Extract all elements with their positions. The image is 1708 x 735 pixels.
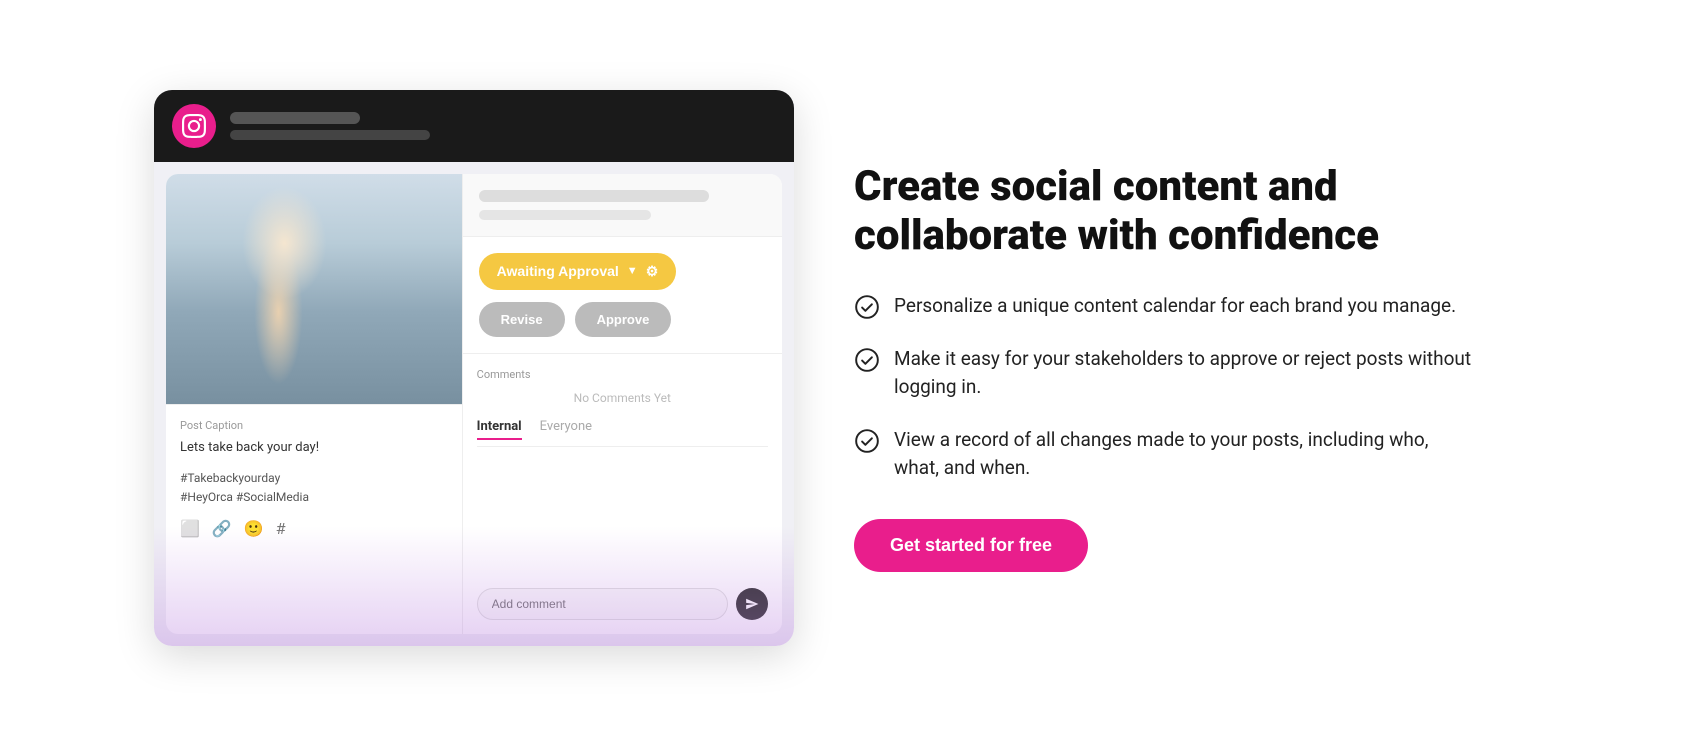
mock-action-buttons: Revise Approve: [479, 302, 766, 337]
feature-item-3: View a record of all changes made to you…: [854, 426, 1474, 483]
mock-photo-bg: [166, 174, 462, 404]
mock-caption-icons: ⬜ 🔗 🙂 #: [180, 519, 448, 538]
page-headline: Create social content and collaborate wi…: [854, 163, 1474, 260]
send-comment-button[interactable]: [736, 588, 768, 620]
mock-gray-bar2: [479, 210, 651, 220]
mock-approval-area: Awaiting Approval ▼ ⚙ Revise Approve: [463, 237, 782, 353]
mock-comments-label: Comments: [477, 368, 768, 381]
tab-everyone[interactable]: Everyone: [540, 419, 592, 440]
right-content: Create social content and collaborate wi…: [854, 163, 1474, 571]
instagram-icon: [172, 104, 216, 148]
awaiting-approval-button[interactable]: Awaiting Approval ▼ ⚙: [479, 253, 677, 290]
check-circle-icon-1: [854, 294, 880, 320]
feature-item-1: Personalize a unique content calendar fo…: [854, 292, 1474, 321]
feature-item-2: Make it easy for your stakeholders to ap…: [854, 345, 1474, 402]
revise-button[interactable]: Revise: [479, 302, 565, 337]
mock-topbar-text: [230, 112, 430, 140]
mock-content: Post Caption Lets take back your day! #T…: [166, 174, 782, 634]
mock-caption-text: Lets take back your day!: [180, 438, 448, 458]
awaiting-label: Awaiting Approval: [497, 263, 619, 279]
mock-comments-area: Comments No Comments Yet Internal Everyo…: [463, 353, 782, 634]
mock-right-panel: Awaiting Approval ▼ ⚙ Revise Approve Com…: [462, 174, 782, 634]
page-container: Post Caption Lets take back your day! #T…: [154, 90, 1554, 646]
check-circle-icon-3: [854, 428, 880, 454]
feature-text-2: Make it easy for your stakeholders to ap…: [894, 345, 1474, 402]
mock-topbar-line1: [230, 112, 360, 124]
hashtag-icon[interactable]: #: [276, 519, 286, 538]
feature-list: Personalize a unique content calendar fo…: [854, 292, 1474, 483]
mock-gray-bar1: [479, 190, 709, 202]
mock-post-image: [166, 174, 462, 404]
cta-button[interactable]: Get started for free: [854, 519, 1088, 572]
check-circle-icon-2: [854, 347, 880, 373]
mock-comment-tabs: Internal Everyone: [477, 419, 768, 447]
link-icon[interactable]: 🔗: [212, 519, 232, 538]
tab-internal[interactable]: Internal: [477, 419, 522, 440]
mock-ui-card: Post Caption Lets take back your day! #T…: [154, 90, 794, 646]
mock-topbar: [154, 90, 794, 162]
dropdown-arrow-icon: ▼: [627, 265, 638, 277]
mock-left-panel: Post Caption Lets take back your day! #T…: [166, 174, 462, 634]
approve-button[interactable]: Approve: [575, 302, 672, 337]
emoji-icon[interactable]: 🙂: [244, 519, 264, 538]
mock-caption-label: Post Caption: [180, 419, 448, 432]
mock-no-comments-text: No Comments Yet: [477, 391, 768, 405]
mock-topbar-line2: [230, 130, 430, 140]
copy-icon[interactable]: ⬜: [180, 519, 200, 538]
mock-comment-input-row: [477, 588, 768, 620]
feature-text-1: Personalize a unique content calendar fo…: [894, 292, 1456, 321]
mock-caption-hashtags: #Takebackyourday#HeyOrca #SocialMedia: [180, 469, 448, 507]
mock-caption-area: Post Caption Lets take back your day! #T…: [166, 404, 462, 553]
comment-input[interactable]: [477, 588, 728, 620]
mock-right-top: [463, 174, 782, 237]
feature-text-3: View a record of all changes made to you…: [894, 426, 1474, 483]
settings-gear-icon: ⚙: [646, 263, 659, 280]
